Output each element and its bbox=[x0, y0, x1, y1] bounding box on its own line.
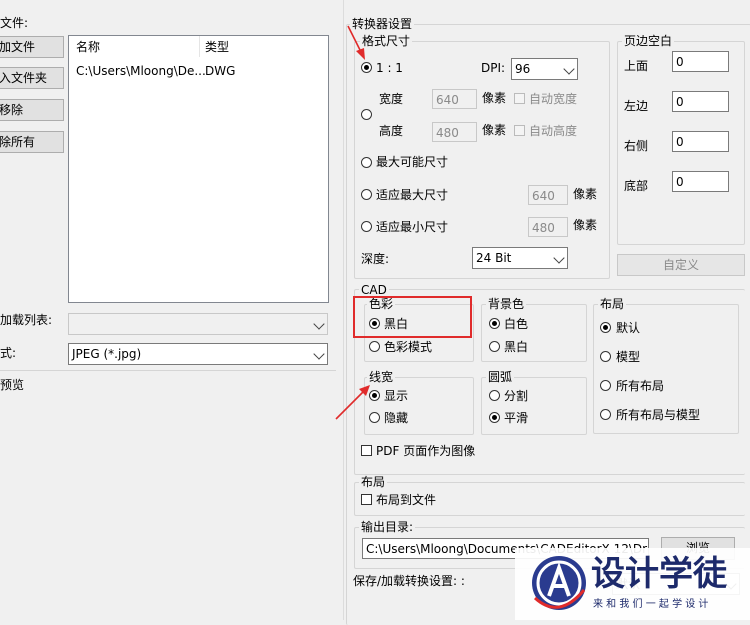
annotation-arrows bbox=[335, 25, 370, 420]
brand-logo-icon bbox=[532, 556, 586, 610]
watermark: 设计学徒 来 和 我 们 一 起 学 设 计 bbox=[515, 548, 750, 620]
arrow-icon bbox=[335, 385, 370, 420]
arrow-icon bbox=[347, 25, 365, 60]
brand-tagline: 来 和 我 们 一 起 学 设 计 bbox=[593, 599, 709, 610]
brand-name: 设计学徒 bbox=[591, 554, 727, 594]
